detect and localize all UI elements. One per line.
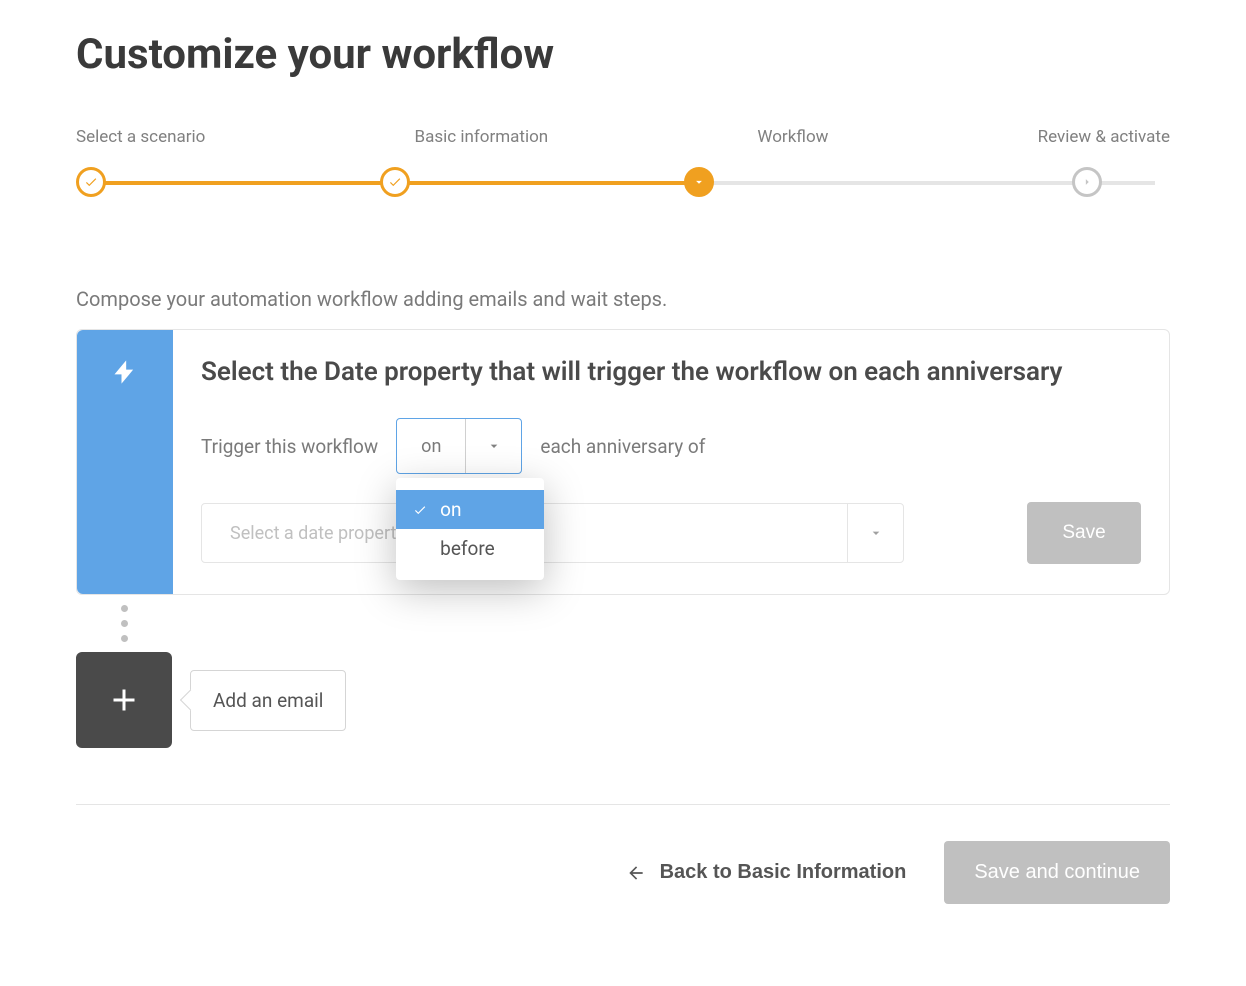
connector-dots [76, 595, 172, 652]
step-label-review: Review & activate [1038, 127, 1170, 147]
trigger-icon-bar [77, 330, 173, 594]
step-label-basic: Basic information [415, 127, 549, 147]
timing-dropdown-panel: on before [396, 478, 544, 580]
step-label-scenario: Select a scenario [76, 127, 205, 147]
date-property-select[interactable]: Select a date property [201, 503, 904, 563]
step-circle-scenario[interactable] [76, 167, 106, 197]
continue-button[interactable]: Save and continue [944, 841, 1170, 904]
chevron-down-icon [692, 175, 706, 189]
add-step-label: Add an email [190, 670, 346, 731]
trigger-post-text: each anniversary of [540, 435, 705, 458]
chevron-down-icon [868, 525, 884, 541]
step-circle-basic[interactable] [380, 167, 410, 197]
lightning-icon [111, 358, 139, 386]
check-icon [84, 175, 98, 189]
timing-select[interactable]: on [396, 418, 522, 474]
page-title: Customize your workflow [76, 30, 1170, 79]
chevron-down-icon [486, 438, 502, 454]
back-button[interactable]: Back to Basic Information [626, 861, 907, 884]
trigger-heading: Select the Date property that will trigg… [201, 354, 1141, 390]
arrow-left-icon [626, 863, 646, 883]
step-circle-workflow[interactable] [684, 167, 714, 197]
chevron-right-icon [1080, 175, 1094, 189]
timing-option-before-label: before [440, 537, 495, 560]
footer-divider [76, 804, 1170, 805]
back-button-label: Back to Basic Information [660, 861, 907, 884]
check-icon [388, 175, 402, 189]
trigger-card: Select the Date property that will trigg… [76, 329, 1170, 595]
step-label-workflow: Workflow [757, 127, 828, 147]
add-step-button[interactable] [76, 652, 172, 748]
intro-text: Compose your automation workflow adding … [76, 287, 1170, 311]
timing-option-before[interactable]: before [396, 529, 544, 568]
timing-option-on-label: on [440, 498, 461, 521]
check-icon [413, 503, 427, 517]
trigger-pre-text: Trigger this workflow [201, 435, 378, 458]
step-circle-review[interactable] [1072, 167, 1102, 197]
timing-select-value: on [397, 419, 465, 473]
timing-option-on[interactable]: on [396, 490, 544, 529]
plus-icon [106, 682, 142, 718]
stepper: Select a scenario Basic information Work… [76, 127, 1170, 197]
save-button[interactable]: Save [1027, 502, 1141, 564]
